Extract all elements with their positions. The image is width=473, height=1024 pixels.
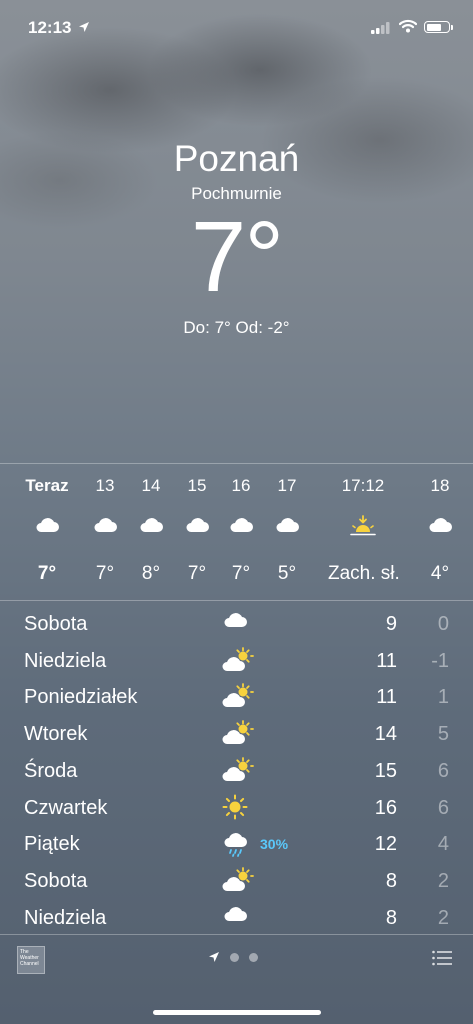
day-low: 2 — [437, 869, 449, 892]
daily-row: Poniedziałek 11 1 — [0, 678, 473, 715]
sun-icon — [222, 794, 256, 822]
day-name: Wtorek — [24, 723, 88, 746]
day-low: 4 — [437, 833, 449, 856]
day-name: Sobota — [24, 869, 88, 892]
day-name: Czwartek — [24, 796, 108, 819]
day-low: 6 — [437, 759, 449, 782]
day-name: Poniedziałek — [24, 686, 138, 709]
hour-label: 17:12 — [341, 476, 385, 495]
status-bar: 12:13 — [0, 0, 473, 56]
day-high: 16 — [374, 796, 397, 819]
current-location-icon — [209, 952, 219, 962]
daily-row: Niedziela 11 -1 — [0, 642, 473, 679]
cloud-icon — [405, 515, 473, 539]
location-arrow-icon — [79, 22, 89, 32]
day-high: 11 — [376, 649, 397, 672]
current-temperature: 7° — [190, 201, 285, 313]
hourly-forecast[interactable]: Teraz 7° 13 7° 14 8° 15 7° 16 7° 17 5° 17:12 Zach. sł… — [0, 463, 473, 600]
daily-row: Niedziela 8 2 — [0, 899, 473, 936]
day-low: -1 — [431, 649, 449, 672]
status-time: 12:13 — [28, 18, 72, 37]
day-low: 5 — [437, 723, 449, 746]
day-high: 14 — [374, 723, 397, 746]
day-name: Piątek — [24, 833, 80, 856]
partly-cloudy-icon — [222, 866, 256, 895]
day-high: 11 — [376, 686, 397, 709]
wifi-icon — [399, 19, 417, 33]
day-name: Niedziela — [24, 906, 107, 929]
day-high: 8 — [385, 906, 397, 929]
rain-icon — [222, 830, 256, 858]
page-dot[interactable] — [249, 952, 258, 962]
day-low: 2 — [437, 906, 449, 929]
cloud-icon — [252, 515, 322, 539]
day-high: 12 — [374, 833, 397, 856]
cellular-signal-icon — [371, 22, 390, 34]
daily-row: Piątek 30% 12 4 — [0, 825, 473, 862]
daily-row: Środa 15 6 — [0, 752, 473, 789]
hour-label: 17 — [277, 476, 297, 495]
day-low: 6 — [437, 796, 449, 819]
day-high: 15 — [374, 759, 397, 782]
divider — [0, 934, 473, 935]
daily-row: Czwartek 16 6 — [0, 789, 473, 826]
day-name: Środa — [24, 759, 78, 782]
day-high: 8 — [385, 869, 397, 892]
day-low: 1 — [437, 686, 449, 709]
day-name: Niedziela — [24, 649, 107, 672]
sunset-icon — [328, 515, 398, 539]
page-dot[interactable] — [230, 952, 239, 962]
precipitation-chance: 30% — [260, 836, 289, 853]
partly-cloudy-icon — [222, 720, 256, 748]
city-list-icon[interactable] — [432, 950, 452, 966]
home-indicator[interactable] — [153, 1010, 321, 1015]
daily-row: Sobota 9 0 — [0, 605, 473, 642]
cloud-icon — [222, 610, 256, 638]
battery-icon — [424, 21, 453, 33]
hour-temperature: Zach. sł. — [328, 563, 400, 584]
hour-temperature: 4° — [430, 563, 450, 584]
hour-temperature: 5° — [277, 563, 297, 584]
daily-row: Wtorek 14 5 — [0, 715, 473, 752]
day-low: 0 — [437, 613, 449, 635]
daily-row: Sobota 8 2 — [0, 862, 473, 899]
day-high: 9 — [385, 613, 397, 635]
city-name: Poznań — [173, 138, 300, 179]
divider — [0, 600, 473, 601]
partly-cloudy-icon — [222, 756, 256, 785]
hour-label: 18 — [430, 476, 450, 495]
high-low-temperature: Do: 7° Od: -2° — [183, 318, 290, 337]
day-name: Sobota — [24, 613, 88, 635]
partly-cloudy-icon — [222, 683, 256, 711]
partly-cloudy-icon — [222, 646, 256, 675]
weather-channel-logo[interactable]: The Weather Channel — [17, 946, 45, 974]
cloud-icon — [222, 904, 256, 932]
page-indicator[interactable] — [208, 951, 258, 963]
